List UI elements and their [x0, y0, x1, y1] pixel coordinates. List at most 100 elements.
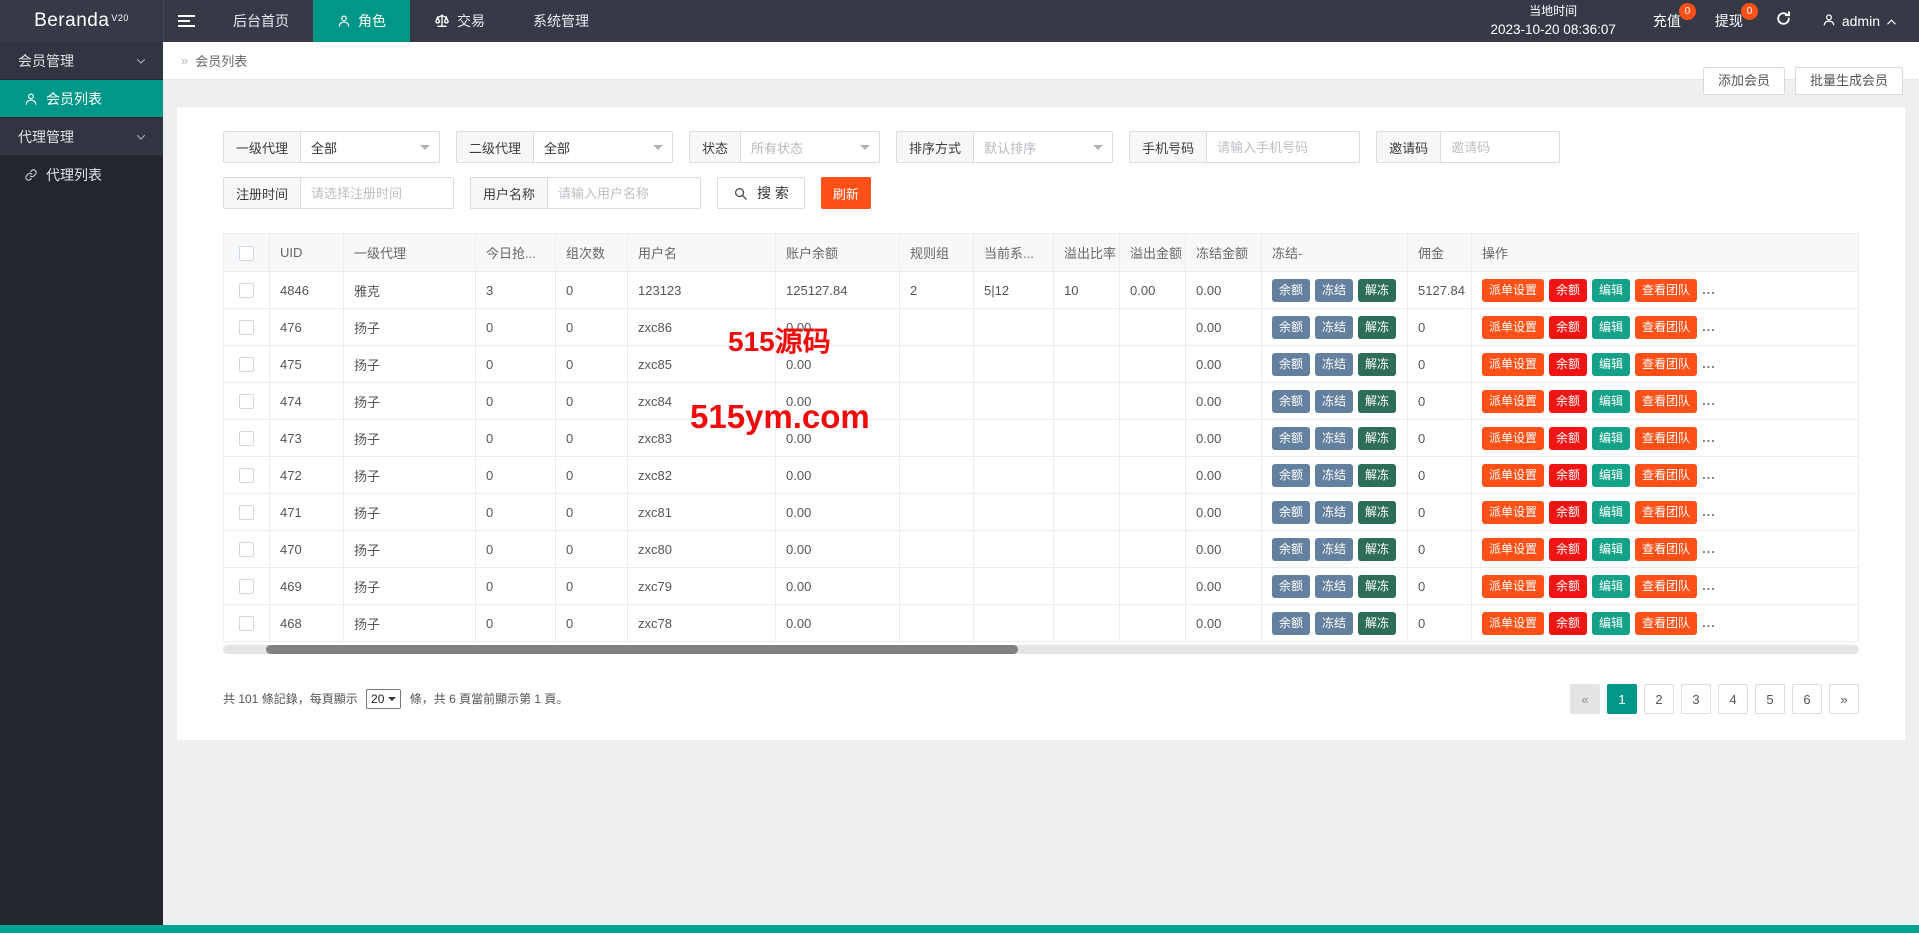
派单设置-button[interactable]: 派单设置 [1482, 389, 1545, 413]
row-checkbox[interactable] [239, 468, 254, 484]
余额-button[interactable]: 余额 [1272, 389, 1311, 413]
more-actions-button[interactable]: ... [1702, 282, 1716, 297]
余额-button[interactable]: 余额 [1272, 315, 1311, 339]
查看团队-button[interactable]: 查看团队 [1635, 426, 1698, 450]
withdraw-button[interactable]: 提现 0 [1698, 0, 1760, 42]
余额-button[interactable]: 余额 [1549, 278, 1588, 302]
编辑-button[interactable]: 编辑 [1592, 315, 1631, 339]
编辑-button[interactable]: 编辑 [1592, 611, 1631, 635]
row-checkbox[interactable] [239, 579, 254, 595]
查看团队-button[interactable]: 查看团队 [1635, 537, 1698, 561]
search-button[interactable]: 搜 索 [717, 177, 805, 209]
refresh-list-button[interactable]: 刷新 [820, 177, 871, 209]
冻结-button[interactable]: 冻结 [1315, 389, 1354, 413]
more-actions-button[interactable]: ... [1702, 356, 1716, 371]
查看团队-button[interactable]: 查看团队 [1635, 611, 1698, 635]
余额-button[interactable]: 余额 [1549, 315, 1588, 339]
select-all-checkbox[interactable] [239, 245, 254, 261]
row-checkbox[interactable] [239, 542, 254, 558]
row-checkbox[interactable] [239, 357, 254, 373]
派单设置-button[interactable]: 派单设置 [1482, 352, 1545, 376]
horizontal-scrollbar-thumb[interactable] [265, 645, 1019, 654]
pagination-page-2[interactable]: 2 [1644, 684, 1674, 714]
row-checkbox[interactable] [239, 394, 254, 410]
查看团队-button[interactable]: 查看团队 [1635, 574, 1698, 598]
余额-button[interactable]: 余额 [1549, 426, 1588, 450]
余额-button[interactable]: 余额 [1272, 611, 1311, 635]
编辑-button[interactable]: 编辑 [1592, 537, 1631, 561]
余额-button[interactable]: 余额 [1272, 500, 1311, 524]
filter-text-input[interactable] [548, 178, 701, 208]
余额-button[interactable]: 余额 [1272, 463, 1311, 487]
编辑-button[interactable]: 编辑 [1592, 426, 1631, 450]
查看团队-button[interactable]: 查看团队 [1635, 463, 1698, 487]
解冻-button[interactable]: 解冻 [1358, 574, 1397, 598]
派单设置-button[interactable]: 派单设置 [1482, 537, 1545, 561]
查看团队-button[interactable]: 查看团队 [1635, 500, 1698, 524]
more-actions-button[interactable]: ... [1702, 504, 1716, 519]
row-checkbox[interactable] [239, 320, 254, 336]
filter-select[interactable]: 全部 [533, 131, 674, 163]
row-checkbox[interactable] [239, 616, 254, 632]
查看团队-button[interactable]: 查看团队 [1635, 278, 1698, 302]
解冻-button[interactable]: 解冻 [1358, 500, 1397, 524]
sidebar-toggle-button[interactable] [163, 0, 209, 42]
派单设置-button[interactable]: 派单设置 [1482, 611, 1545, 635]
冻结-button[interactable]: 冻结 [1315, 611, 1354, 635]
recharge-button[interactable]: 充值 0 [1636, 0, 1698, 42]
余额-button[interactable]: 余额 [1549, 500, 1588, 524]
more-actions-button[interactable]: ... [1702, 467, 1716, 482]
pagination-page-4[interactable]: 4 [1718, 684, 1748, 714]
编辑-button[interactable]: 编辑 [1592, 574, 1631, 598]
余额-button[interactable]: 余额 [1272, 352, 1311, 376]
batch-create-member-button[interactable]: 批量生成会员 [1794, 67, 1903, 95]
more-actions-button[interactable]: ... [1702, 430, 1716, 445]
sidebar-group-会员管理[interactable]: 会员管理 [0, 42, 163, 80]
sidebar-item-会员列表[interactable]: 会员列表 [0, 80, 163, 118]
编辑-button[interactable]: 编辑 [1592, 463, 1631, 487]
user-menu[interactable]: admin [1807, 0, 1919, 42]
余额-button[interactable]: 余额 [1549, 611, 1588, 635]
horizontal-scrollbar[interactable] [223, 645, 1859, 654]
冻结-button[interactable]: 冻结 [1315, 315, 1354, 339]
pagination-page-3[interactable]: 3 [1681, 684, 1711, 714]
解冻-button[interactable]: 解冻 [1358, 537, 1397, 561]
余额-button[interactable]: 余额 [1549, 574, 1588, 598]
more-actions-button[interactable]: ... [1702, 319, 1716, 334]
余额-button[interactable]: 余额 [1549, 352, 1588, 376]
余额-button[interactable]: 余额 [1549, 537, 1588, 561]
解冻-button[interactable]: 解冻 [1358, 352, 1397, 376]
编辑-button[interactable]: 编辑 [1592, 500, 1631, 524]
nav-item-3[interactable]: 交易 [410, 0, 509, 42]
pagination-prev-button[interactable]: « [1570, 684, 1600, 714]
nav-item-4[interactable]: 系统管理 [509, 0, 613, 42]
编辑-button[interactable]: 编辑 [1592, 352, 1631, 376]
add-member-button[interactable]: 添加会员 [1702, 67, 1785, 95]
余额-button[interactable]: 余额 [1272, 537, 1311, 561]
余额-button[interactable]: 余额 [1549, 463, 1588, 487]
pagination-page-6[interactable]: 6 [1792, 684, 1822, 714]
冻结-button[interactable]: 冻结 [1315, 426, 1354, 450]
冻结-button[interactable]: 冻结 [1315, 463, 1354, 487]
pagination-page-1[interactable]: 1 [1607, 684, 1637, 714]
解冻-button[interactable]: 解冻 [1358, 426, 1397, 450]
派单设置-button[interactable]: 派单设置 [1482, 500, 1545, 524]
row-checkbox[interactable] [239, 431, 254, 447]
sidebar-group-代理管理[interactable]: 代理管理 [0, 118, 163, 156]
nav-item-2[interactable]: 角色 [313, 0, 410, 42]
派单设置-button[interactable]: 派单设置 [1482, 315, 1545, 339]
解冻-button[interactable]: 解冻 [1358, 611, 1397, 635]
page-size-select[interactable]: 20 [366, 689, 402, 709]
filter-text-input[interactable] [301, 178, 454, 208]
查看团队-button[interactable]: 查看团队 [1635, 352, 1698, 376]
余额-button[interactable]: 余额 [1272, 574, 1311, 598]
解冻-button[interactable]: 解冻 [1358, 278, 1397, 302]
more-actions-button[interactable]: ... [1702, 578, 1716, 593]
余额-button[interactable]: 余额 [1549, 389, 1588, 413]
派单设置-button[interactable]: 派单设置 [1482, 426, 1545, 450]
余额-button[interactable]: 余额 [1272, 278, 1311, 302]
sidebar-item-代理列表[interactable]: 代理列表 [0, 156, 163, 194]
pagination-page-5[interactable]: 5 [1755, 684, 1785, 714]
解冻-button[interactable]: 解冻 [1358, 463, 1397, 487]
filter-text-input[interactable] [1207, 132, 1360, 162]
